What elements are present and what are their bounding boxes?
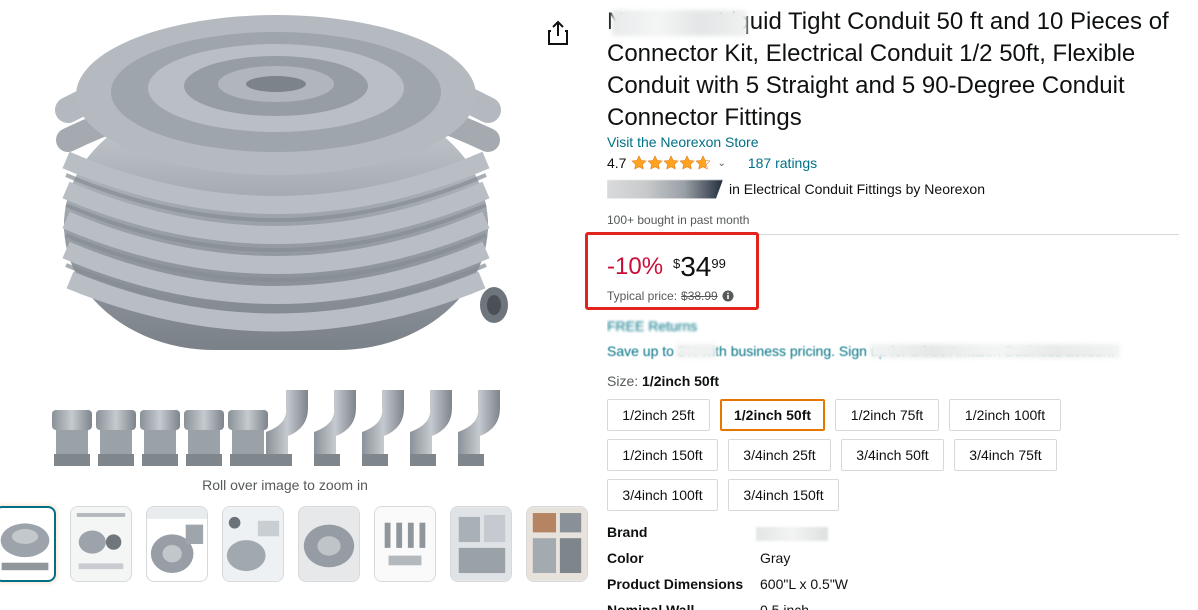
thumbnail-strip — [0, 506, 588, 584]
zoom-hint: Roll over image to zoom in — [202, 477, 368, 493]
size-label: Size: 1/2inch 50ft — [607, 373, 719, 389]
size-option[interactable]: 3/4inch 150ft — [728, 479, 839, 511]
discount-percent: -10% — [607, 253, 664, 280]
price: $ 34 99 — [673, 253, 726, 281]
share-icon[interactable] — [546, 20, 570, 46]
spec-value: Gray — [760, 550, 791, 566]
size-option[interactable]: 3/4inch 25ft — [728, 439, 831, 471]
star-icon — [679, 155, 696, 170]
rating-value[interactable]: 4.7 — [607, 155, 626, 171]
free-returns-text: FREE Returns — [607, 318, 698, 334]
star-rating[interactable] — [631, 155, 712, 171]
badge-category[interactable]: in Electrical Conduit Fittings by Neorex… — [729, 181, 985, 197]
bestseller-badge[interactable] — [607, 179, 723, 199]
spec-row-dimensions: Product Dimensions 600"L x 0.5"W — [607, 576, 1107, 596]
free-returns-link[interactable]: FREE Returns — [607, 318, 711, 334]
thumbnail-5[interactable] — [298, 506, 360, 582]
star-icon — [631, 155, 648, 170]
price-fraction: 99 — [711, 256, 726, 271]
size-selected: 1/2inch 50ft — [642, 373, 720, 389]
info-icon[interactable] — [722, 290, 734, 302]
size-option[interactable]: 1/2inch 75ft — [835, 399, 939, 431]
spec-value: 0.5 inch — [760, 602, 810, 610]
typical-price-value: $38.99 — [681, 289, 718, 303]
spec-label: Product Dimensions — [607, 576, 744, 592]
spec-row-color: Color Gray — [607, 550, 1107, 570]
store-link[interactable]: Visit the Neorexon Store — [607, 134, 759, 150]
brand-redaction — [756, 527, 828, 541]
thumbnail-2[interactable] — [70, 506, 132, 582]
spec-label: Nominal Wall — [607, 602, 695, 610]
ratings-count-link[interactable]: 187 ratings — [748, 155, 817, 171]
spec-label: Brand — [607, 524, 648, 540]
size-option[interactable]: 1/2inch 150ft — [607, 439, 718, 471]
price-whole: 34 — [680, 251, 712, 282]
thumbnail-3[interactable] — [146, 506, 208, 582]
title-redaction — [612, 10, 747, 36]
size-label-text: Size: — [607, 373, 639, 389]
half-star-icon — [695, 155, 712, 170]
size-option[interactable]: 1/2inch 25ft — [607, 399, 710, 431]
size-option-selected[interactable]: 1/2inch 50ft — [720, 399, 825, 431]
redaction — [870, 344, 1120, 358]
spec-value: 600"L x 0.5"W — [760, 576, 849, 592]
size-option[interactable]: 3/4inch 100ft — [607, 479, 718, 511]
size-option[interactable]: 3/4inch 75ft — [954, 439, 1057, 471]
thumbnail-1[interactable] — [0, 506, 56, 582]
spec-row-wall: Nominal Wall 0.5 inch — [607, 602, 1107, 610]
thumbnail-4[interactable] — [222, 506, 284, 582]
price-symbol: $ — [673, 256, 681, 271]
thumbnail-8[interactable] — [526, 506, 588, 582]
redaction — [676, 344, 716, 358]
typical-price: Typical price: $38.99 — [607, 289, 734, 303]
thumbnail-6[interactable] — [374, 506, 436, 582]
bought-in-past-month: 100+ bought in past month — [607, 213, 750, 227]
typical-price-label: Typical price: — [607, 289, 678, 303]
main-product-image[interactable] — [40, 0, 530, 470]
spec-label: Color — [607, 550, 644, 566]
size-option[interactable]: 1/2inch 100ft — [949, 399, 1061, 431]
spec-row-brand: Brand — [607, 524, 1107, 544]
rating-row: 4.7 ⌄ 187 ratings — [607, 154, 817, 172]
size-option[interactable]: 3/4inch 50ft — [841, 439, 944, 471]
chevron-down-icon[interactable]: ⌄ — [717, 158, 725, 169]
thumbnail-7[interactable] — [450, 506, 512, 582]
bestseller-badge-row: in Electrical Conduit Fittings by Neorex… — [607, 179, 985, 199]
star-icon — [663, 155, 680, 170]
star-icon — [647, 155, 664, 170]
